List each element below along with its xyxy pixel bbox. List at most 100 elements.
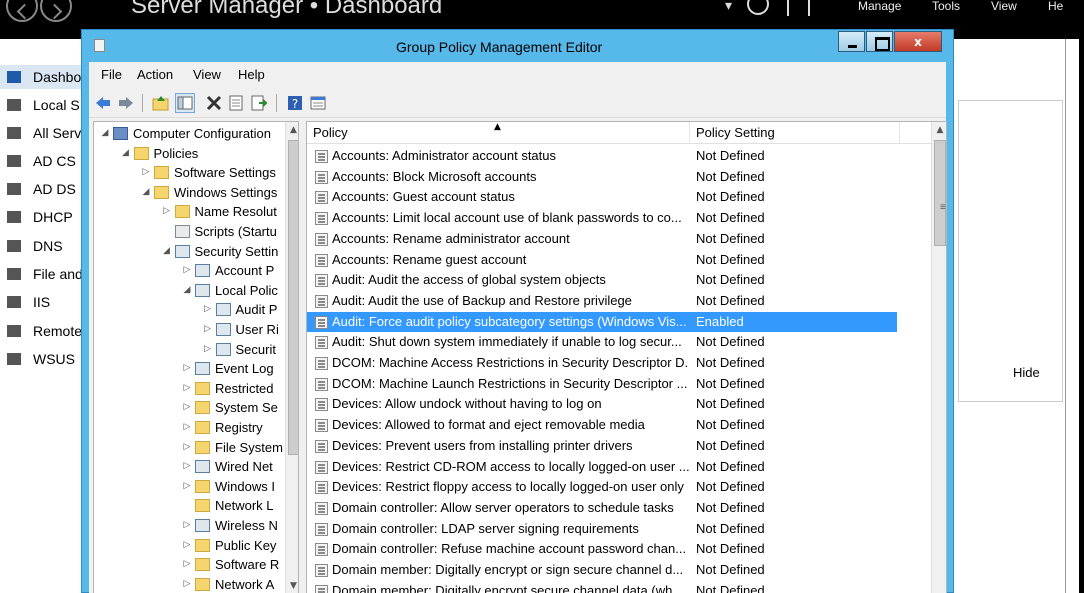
table-row[interactable]: Devices: Allowed to format and eject rem… <box>307 415 931 436</box>
expander-icon[interactable]: ◢ <box>182 281 192 300</box>
column-header-policy[interactable]: Policy ▲ <box>307 122 690 144</box>
expander-icon[interactable]: ▷ <box>182 359 192 378</box>
tree-node[interactable]: Scripts (Startu <box>94 222 285 241</box>
expander-icon[interactable]: ▷ <box>182 477 192 496</box>
table-row[interactable]: Devices: Restrict floppy access to local… <box>307 477 931 498</box>
expander-icon[interactable]: ▷ <box>182 418 192 437</box>
sidebar-item-iis[interactable]: IIS <box>0 290 82 314</box>
tree-node[interactable]: ▷ Restricted <box>94 379 285 398</box>
forward-nav-icon[interactable] <box>40 0 72 22</box>
table-row[interactable]: Audit: Shut down system immediately if u… <box>307 332 931 353</box>
tree-node[interactable]: ◢ Local Polic <box>94 281 285 300</box>
sidebar-item-local-server[interactable]: Local S <box>0 93 82 117</box>
menu-file[interactable]: File <box>101 67 122 83</box>
tree-node[interactable]: ▷ File System <box>94 438 285 457</box>
table-row[interactable]: Domain controller: Refuse machine accoun… <box>307 539 931 560</box>
close-button[interactable]: x <box>894 31 942 52</box>
tree-node[interactable]: ▷ Public Key <box>94 536 285 555</box>
tree-node[interactable]: ▷ Registry <box>94 418 285 437</box>
tree-node[interactable]: ▷ Software Settings <box>94 163 285 182</box>
expander-icon[interactable]: ▷ <box>203 320 213 339</box>
table-row[interactable]: DCOM: Machine Launch Restrictions in Sec… <box>307 374 931 395</box>
tree-node[interactable]: ▷ Wireless N <box>94 516 285 535</box>
tree-node[interactable]: ▷ Software R <box>94 555 285 574</box>
tree-node[interactable]: ◢ Security Settin <box>94 242 285 261</box>
scroll-down-icon[interactable]: ▼ <box>286 578 298 593</box>
console-tree[interactable]: ◢ Computer Configuration ◢ Policies ▷ Softwar… <box>93 121 299 593</box>
table-row[interactable]: Accounts: Administrator account status No… <box>307 146 931 167</box>
tree-node[interactable]: ◢ Windows Settings <box>94 183 285 202</box>
table-row[interactable]: Accounts: Rename administrator account No… <box>307 229 931 250</box>
table-row[interactable]: Domain controller: Allow server operator… <box>307 498 931 519</box>
expander-icon[interactable]: ▷ <box>182 398 192 417</box>
tree-node[interactable]: ◢ Computer Configuration <box>94 124 285 143</box>
expander-icon[interactable]: ◢ <box>121 144 131 163</box>
expander-icon[interactable]: ◢ <box>162 242 172 261</box>
expander-icon[interactable]: ▷ <box>162 202 172 221</box>
list-scrollbar[interactable]: ▲ ≡ <box>931 122 946 593</box>
tree-node[interactable]: ▷ Wired Net <box>94 457 285 476</box>
sidebar-item-wsus[interactable]: WSUS <box>0 347 82 371</box>
tree-node[interactable]: ◢ Policies <box>94 144 285 163</box>
table-row[interactable]: Accounts: Guest account status Not Define… <box>307 187 931 208</box>
delete-icon[interactable] <box>205 94 223 112</box>
tree-node[interactable]: ▷ Audit P <box>94 300 285 319</box>
table-row[interactable]: Devices: Prevent users from installing p… <box>307 436 931 457</box>
expander-icon[interactable]: ▷ <box>141 163 151 182</box>
table-row[interactable]: Domain member: Digitally encrypt secure … <box>307 581 931 593</box>
table-row[interactable]: Audit: Audit the access of global system… <box>307 270 931 291</box>
column-header-policy-setting[interactable]: Policy Setting <box>690 122 900 144</box>
maximize-button[interactable] <box>866 31 893 52</box>
menu-help[interactable]: He <box>1048 0 1063 14</box>
scroll-up-icon[interactable]: ▲ <box>932 122 946 138</box>
expander-icon[interactable]: ◢ <box>141 183 151 202</box>
refresh-control[interactable]: ▾ <box>725 0 773 15</box>
scroll-thumb[interactable]: ≡ <box>934 140 946 246</box>
expander-icon[interactable]: ▷ <box>182 575 192 593</box>
export-list-icon[interactable] <box>250 94 268 112</box>
back-nav-icon[interactable] <box>6 0 38 22</box>
table-row[interactable]: Domain member: Digitally encrypt or sign… <box>307 560 931 581</box>
menu-view[interactable]: View <box>193 67 221 83</box>
properties-icon[interactable] <box>227 94 245 112</box>
sidebar-item-dashboard[interactable]: Dashbo <box>0 65 82 89</box>
menu-help[interactable]: Help <box>238 67 265 83</box>
expander-icon[interactable]: ▷ <box>182 438 192 457</box>
hide-link[interactable]: Hide <box>1013 365 1040 381</box>
sidebar-item-dns[interactable]: DNS <box>0 234 82 258</box>
expander-icon[interactable]: ▷ <box>203 300 213 319</box>
sidebar-item-file-services[interactable]: File and <box>0 262 82 286</box>
sidebar-item-ad-ds[interactable]: AD DS <box>0 177 82 201</box>
expander-icon[interactable]: ▷ <box>203 340 213 359</box>
notifications-flag-icon[interactable] <box>808 0 810 16</box>
tree-node[interactable]: ▷ Event Log <box>94 359 285 378</box>
show-hide-tree-icon[interactable] <box>175 93 195 113</box>
expander-icon[interactable]: ▷ <box>182 379 192 398</box>
forward-icon[interactable] <box>117 94 135 112</box>
back-icon[interactable] <box>94 94 112 112</box>
tree-node[interactable]: ▷ System Se <box>94 398 285 417</box>
menu-action[interactable]: Action <box>137 67 173 83</box>
up-folder-icon[interactable] <box>152 94 170 112</box>
table-row[interactable]: Accounts: Block Microsoft accounts Not De… <box>307 167 931 188</box>
table-row[interactable]: Devices: Restrict CD-ROM access to local… <box>307 457 931 478</box>
sidebar-item-ad-cs[interactable]: AD CS <box>0 149 82 173</box>
help-icon[interactable]: ? <box>286 94 304 112</box>
expander-icon[interactable]: ▷ <box>182 536 192 555</box>
tree-node[interactable]: ▷ Name Resolut <box>94 202 285 221</box>
table-row[interactable]: Devices: Allow undock without having to … <box>307 394 931 415</box>
table-row[interactable]: DCOM: Machine Access Restrictions in Sec… <box>307 353 931 374</box>
table-row[interactable]: Audit: Force audit policy subcategory se… <box>307 311 897 333</box>
tree-node[interactable]: ▷ User Ri <box>94 320 285 339</box>
sidebar-item-remote-access[interactable]: Remote <box>0 319 82 343</box>
scroll-up-icon[interactable]: ▲ <box>286 122 298 138</box>
expander-icon[interactable]: ▷ <box>182 516 192 535</box>
minimize-button[interactable] <box>838 31 865 52</box>
tree-node[interactable]: ▷ Securit <box>94 340 285 359</box>
sidebar-item-all-servers[interactable]: All Serv <box>0 121 82 145</box>
app-icon[interactable] <box>94 39 105 52</box>
menu-view[interactable]: View <box>991 0 1017 14</box>
show-hide-pane-icon[interactable] <box>309 94 327 112</box>
menu-manage[interactable]: Manage <box>858 0 901 14</box>
table-row[interactable]: Accounts: Rename guest account Not Define… <box>307 250 931 271</box>
